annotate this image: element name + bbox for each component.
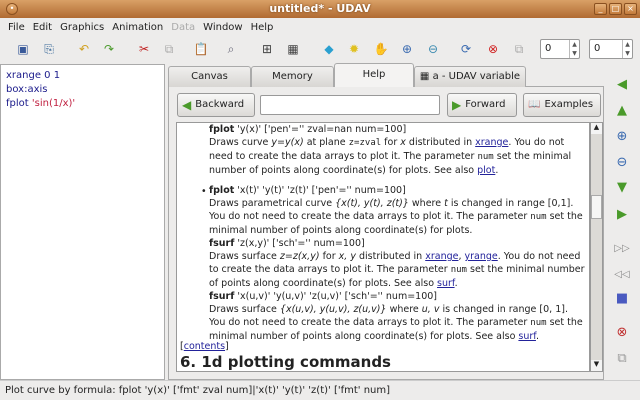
undo-icon[interactable]: ↶ [75,40,93,58]
stop-icon[interactable]: ⊗ [484,40,502,58]
spin-2-value: 0 [594,43,601,54]
help-scrollbar[interactable]: ▲ ▼ [590,122,603,372]
xrange-link[interactable]: xrange [425,251,458,262]
previous-frame-icon[interactable]: ◁◁ [613,266,631,284]
editor-line: fplot 'sin(1/x)' [6,98,76,109]
yrange-link[interactable]: yrange [465,251,498,262]
arrow-right-icon: ▶ [452,98,462,112]
menu-file[interactable]: File [4,22,29,33]
surf-link[interactable]: surf [518,331,536,342]
scroll-up-icon[interactable]: ▲ [591,123,602,134]
help-entry: fplot 'y(x)' ['pen'='' zval=nan num=100]… [209,124,572,176]
menu-graphics[interactable]: Graphics [56,22,108,33]
menu-bar: File Edit Graphics Animation Data Window… [0,18,640,36]
bullet: • [201,186,207,197]
surf-link[interactable]: surf [437,278,455,289]
maximize-button[interactable]: □ [609,3,622,15]
editor-line: box:axis [6,84,48,95]
copy-icon[interactable]: ⧉ [613,350,631,368]
spin-arrows-icon[interactable]: ▲ ▼ [622,40,632,58]
backward-label: Backward [195,99,245,110]
forward-label: Forward [465,99,506,110]
tab-help[interactable]: Help [334,63,414,87]
minimize-button[interactable]: _ [594,3,607,15]
rotate-icon[interactable]: ✋ [372,40,390,58]
menu-help[interactable]: Help [247,22,278,33]
menu-data: Data [171,21,196,33]
examples-button[interactable]: 📖 Examples [523,93,601,117]
book-icon: 📖 [528,99,541,110]
slideshow-icon[interactable]: ■ [613,290,631,308]
zoom-out-icon[interactable]: ⊖ [613,154,631,172]
xrange-link[interactable]: xrange [475,137,508,148]
refresh-icon[interactable]: ⟳ [457,40,475,58]
close-button[interactable]: × [624,3,637,15]
stop-animation-icon[interactable]: ⊗ [613,324,631,342]
toolbar: ▣ ⎘ ↶ ↷ ✂ ⧉ 📋 ⌕ ⊞ ▦ ◆ ✹ ✋ ⊕ ⊖ ⟳ ⊗ ⧉ 0 ▲ ▼ … [0,36,640,62]
zoom-in-icon[interactable]: ⊕ [398,40,416,58]
menu-animation[interactable]: Animation [108,22,167,33]
examples-label: Examples [544,99,594,110]
contents-link-wrap: [contents] [180,341,229,352]
section-heading: 6. 1d plotting commands [180,353,391,371]
zoom-in-icon[interactable]: ⊕ [613,128,631,146]
table-icon: ▦ [419,71,433,82]
copy-icon[interactable]: ⧉ [160,40,178,58]
move-left-icon[interactable]: ◀ [613,76,631,94]
plot-link[interactable]: plot [477,165,495,176]
next-frame-icon[interactable]: ▷▷ [613,240,631,258]
calculator-icon[interactable]: ▦ [284,40,302,58]
backward-button[interactable]: ◀ Backward [177,93,255,117]
arrow-left-icon: ◀ [182,98,192,112]
export-icon[interactable]: ⎘ [40,40,58,58]
cut-icon[interactable]: ✂ [135,40,153,58]
menu-edit[interactable]: Edit [29,22,56,33]
tab-variable-label: a - UDAV variable [432,71,521,82]
title-bar: untitled* - UDAV [0,0,640,18]
save-icon[interactable]: ▣ [14,40,32,58]
redo-icon[interactable]: ↷ [100,40,118,58]
menu-window[interactable]: Window [199,22,246,33]
editor-line: xrange 0 1 [6,70,61,81]
tab-canvas[interactable]: Canvas [168,66,251,87]
tab-variable[interactable]: ▦ a - UDAV variable [414,66,526,87]
scroll-down-icon[interactable]: ▼ [591,360,602,371]
scroll-thumb[interactable] [591,195,602,219]
spin-1-value: 0 [545,43,552,54]
paste-icon[interactable]: 📋 [192,40,210,58]
spin-arrows-icon[interactable]: ▲ ▼ [569,40,579,58]
help-content: fplot 'y(x)' ['pen'='' zval=nan num=100]… [176,122,590,372]
help-search-input[interactable] [260,95,440,115]
move-right-icon[interactable]: ▶ [613,206,631,224]
move-down-icon[interactable]: ▼ [613,179,631,197]
script-editor[interactable]: xrange 0 1 box:axis fplot 'sin(1/x)' [0,64,165,380]
light-icon[interactable]: ✹ [345,40,363,58]
spin-box-1[interactable]: 0 ▲ ▼ [540,39,580,59]
help-entry: fplot 'x(t)' 'y(t)' 'z(t)' ['pen'='' num… [209,185,585,342]
diamond-icon[interactable]: ◆ [320,40,338,58]
window-title: untitled* - UDAV [269,2,371,15]
move-up-icon[interactable]: ▲ [613,102,631,120]
insert-icon[interactable]: ⊞ [258,40,276,58]
status-bar: Plot curve by formula: fplot 'y(x)' ['fm… [0,380,640,400]
spin-box-2[interactable]: 0 ▲ ▼ [589,39,633,59]
zoom-out-icon[interactable]: ⊖ [424,40,442,58]
forward-button[interactable]: ▶ Forward [447,93,517,117]
find-icon[interactable]: ⌕ [222,40,240,58]
contents-link[interactable]: contents [184,341,225,352]
copy-graphics-icon[interactable]: ⧉ [510,40,528,58]
window-menu-icon[interactable]: • [6,3,18,15]
tab-memory[interactable]: Memory [251,66,334,87]
